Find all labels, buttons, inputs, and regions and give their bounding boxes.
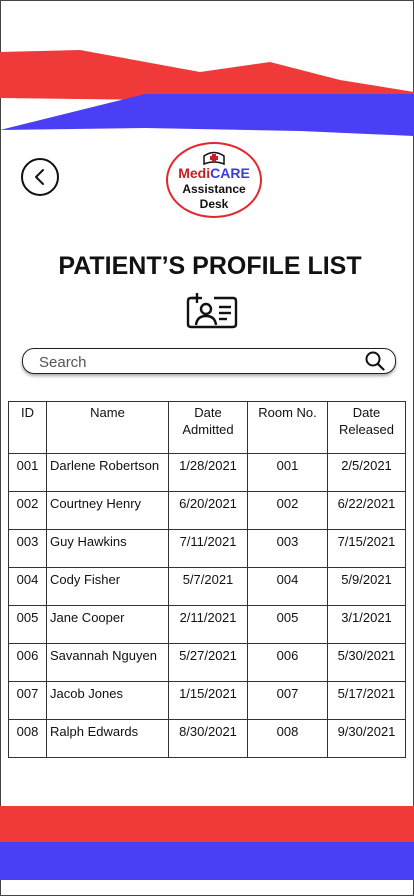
medicare-logo: MediCARE Assistance Desk xyxy=(166,142,262,218)
cell-id: 006 xyxy=(8,643,47,682)
patient-table: ID Name Date Admitted Room No. Date Releas… xyxy=(8,401,406,758)
back-button[interactable] xyxy=(21,158,59,196)
cell-room: 007 xyxy=(247,681,328,720)
chevron-left-icon xyxy=(35,169,44,185)
cell-id: 007 xyxy=(8,681,47,720)
cell-name: Guy Hawkins xyxy=(46,529,169,568)
footer-blue-band xyxy=(0,842,414,880)
cell-room: 001 xyxy=(247,453,328,492)
cell-id: 002 xyxy=(8,491,47,530)
cell-admitted: 8/30/2021 xyxy=(168,719,248,758)
header-date-admitted: Date Admitted xyxy=(168,401,248,454)
cell-name: Jane Cooper xyxy=(46,605,169,644)
header-id: ID xyxy=(8,401,47,454)
page-title: PATIENT’S PROFILE LIST xyxy=(58,252,362,280)
cell-id: 003 xyxy=(8,529,47,568)
header-date-released: Date Released xyxy=(327,401,406,454)
cell-name: Darlene Robertson xyxy=(46,453,169,492)
cell-released: 5/9/2021 xyxy=(327,567,406,606)
cell-admitted: 1/15/2021 xyxy=(168,681,248,720)
cell-name: Cody Fisher xyxy=(46,567,169,606)
cell-released: 2/5/2021 xyxy=(327,453,406,492)
cell-released: 5/30/2021 xyxy=(327,643,406,682)
cell-admitted: 1/28/2021 xyxy=(168,453,248,492)
cell-name: Jacob Jones xyxy=(46,681,169,720)
cell-name: Savannah Nguyen xyxy=(46,643,169,682)
cell-released: 6/22/2021 xyxy=(327,491,406,530)
cell-released: 7/15/2021 xyxy=(327,529,406,568)
header-waves xyxy=(0,50,414,136)
header-name: Name xyxy=(46,401,169,454)
table-row[interactable]: 003 Guy Hawkins 7/11/2021 003 7/15/2021 xyxy=(8,529,406,568)
cell-room: 002 xyxy=(247,491,328,530)
table-row[interactable]: 004 Cody Fisher 5/7/2021 004 5/9/2021 xyxy=(8,567,406,606)
header-room: Room No. xyxy=(247,401,328,454)
cell-admitted: 2/11/2021 xyxy=(168,605,248,644)
logo-line-2: Assistance xyxy=(182,182,246,196)
add-patient-card-icon xyxy=(186,293,238,329)
table-row[interactable]: 001 Darlene Robertson 1/28/2021 001 2/5/… xyxy=(8,453,406,492)
logo-line-1: MediCARE xyxy=(178,165,250,181)
table-row[interactable]: 007 Jacob Jones 1/15/2021 007 5/17/2021 xyxy=(8,681,406,720)
cell-admitted: 6/20/2021 xyxy=(168,491,248,530)
cell-admitted: 5/27/2021 xyxy=(168,643,248,682)
cell-room: 008 xyxy=(247,719,328,758)
cell-id: 004 xyxy=(8,567,47,606)
search-icon[interactable] xyxy=(365,351,385,371)
nurse-cap-icon xyxy=(203,151,225,166)
red-wave xyxy=(0,50,414,100)
cell-id: 001 xyxy=(8,453,47,492)
cell-released: 3/1/2021 xyxy=(327,605,406,644)
cell-admitted: 7/11/2021 xyxy=(168,529,248,568)
cell-room: 006 xyxy=(247,643,328,682)
table-row[interactable]: 002 Courtney Henry 6/20/2021 002 6/22/20… xyxy=(8,491,406,530)
blue-wave xyxy=(0,94,414,136)
cell-admitted: 5/7/2021 xyxy=(168,567,248,606)
cell-name: Courtney Henry xyxy=(46,491,169,530)
cell-released: 5/17/2021 xyxy=(327,681,406,720)
table-row[interactable]: 008 Ralph Edwards 8/30/2021 008 9/30/202… xyxy=(8,719,406,758)
logo-line-3: Desk xyxy=(199,197,229,211)
table-header-row: ID Name Date Admitted Room No. Date Releas… xyxy=(8,401,406,454)
cell-room: 003 xyxy=(247,529,328,568)
footer-red-band xyxy=(0,806,414,842)
cell-id: 005 xyxy=(8,605,47,644)
search-bar[interactable] xyxy=(22,348,396,374)
cell-name: Ralph Edwards xyxy=(46,719,169,758)
table-row[interactable]: 005 Jane Cooper 2/11/2021 005 3/1/2021 xyxy=(8,605,406,644)
cell-room: 004 xyxy=(247,567,328,606)
cell-id: 008 xyxy=(8,719,47,758)
search-input[interactable] xyxy=(37,351,361,373)
cell-released: 9/30/2021 xyxy=(327,719,406,758)
cell-room: 005 xyxy=(247,605,328,644)
table-row[interactable]: 006 Savannah Nguyen 5/27/2021 006 5/30/2… xyxy=(8,643,406,682)
